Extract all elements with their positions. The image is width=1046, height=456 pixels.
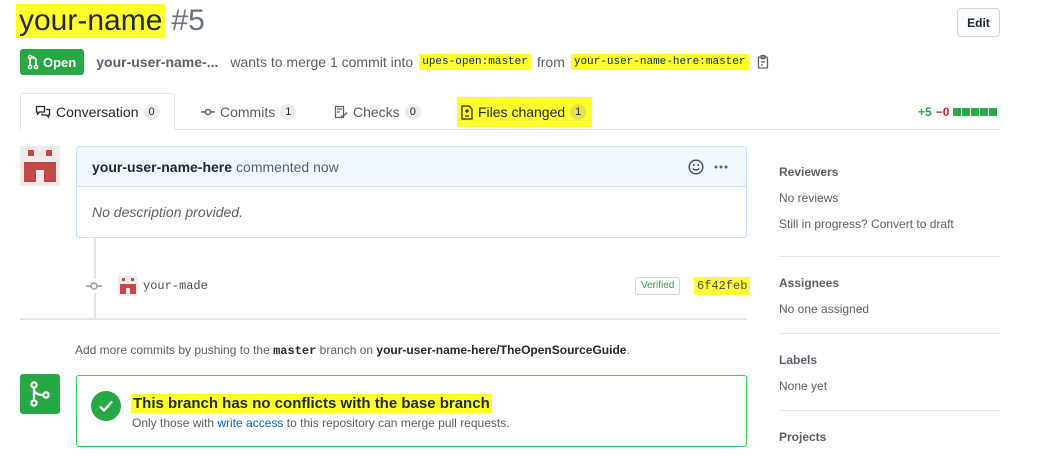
tab-counter: 1 — [570, 104, 587, 120]
author-link[interactable]: your-user-name-... — [96, 54, 218, 70]
comment-action: commented now — [236, 158, 339, 175]
reviewers-heading[interactable]: Reviewers — [779, 165, 1000, 179]
kebab-horizontal-icon[interactable] — [714, 165, 728, 169]
diff-deletions: −0 — [935, 105, 950, 119]
edit-button[interactable]: Edit — [957, 8, 1000, 37]
commit-row: your-made Verified 6f42feb — [84, 272, 751, 300]
tab-label: Checks — [353, 103, 400, 120]
comment-body: No description provided. — [92, 204, 243, 220]
labels-heading[interactable]: Labels — [779, 353, 1000, 367]
state-label: Open — [43, 54, 77, 70]
labels-status: None yet — [779, 379, 828, 393]
push-hint-prefix: Add more commits by pushing to the — [75, 343, 270, 357]
timeline-divider — [20, 318, 747, 320]
avatar[interactable] — [118, 276, 138, 296]
diffstat[interactable]: +5 −0 — [918, 105, 998, 119]
commit-sha[interactable]: 6f42feb — [694, 277, 751, 295]
convert-to-draft-link[interactable]: Still in progress? Convert to draft — [779, 217, 1000, 231]
merge-status-icon — [20, 374, 60, 414]
merge-status-box: This branch has no conflicts with the ba… — [76, 375, 747, 447]
assignees-heading[interactable]: Assignees — [779, 276, 1000, 290]
comment-box: your-user-name-here commented now No des… — [76, 146, 747, 238]
smiley-icon[interactable] — [688, 159, 704, 175]
projects-heading[interactable]: Projects — [779, 430, 1000, 444]
tab-files-changed[interactable]: Files changed 1 — [457, 97, 593, 127]
push-hint-middle: branch on — [319, 343, 374, 357]
push-hint-repo[interactable]: your-user-name-here/TheOpenSourceGuide — [376, 343, 626, 357]
tab-commits[interactable]: Commits 1 — [201, 93, 297, 130]
pr-title: your-name — [16, 4, 166, 38]
sidebar-projects: Projects — [779, 430, 1000, 444]
verified-badge[interactable]: Verified — [635, 277, 681, 295]
comment-discussion-icon — [35, 105, 51, 119]
sidebar-divider — [779, 333, 1000, 334]
pr-title-row: your-name #5 — [16, 4, 205, 44]
sidebar-labels: Labels None yet — [779, 353, 1000, 393]
assignees-status: No one assigned — [779, 302, 870, 316]
push-hint-branch: master — [273, 344, 317, 358]
avatar[interactable] — [20, 146, 60, 186]
merge-sub-prefix: Only those with — [132, 416, 215, 430]
push-hint-suffix: . — [626, 343, 630, 357]
tab-conversation[interactable]: Conversation 0 — [20, 93, 175, 131]
tab-label: Commits — [220, 103, 276, 120]
merge-status-title: This branch has no conflicts with the ba… — [131, 394, 492, 413]
sidebar-divider — [779, 410, 1000, 411]
tab-label: Files changed — [478, 104, 566, 120]
pr-number: #5 — [171, 4, 205, 37]
checklist-icon — [334, 105, 348, 119]
head-branch[interactable]: your-user-name-here:master — [570, 54, 749, 70]
comment-actions — [688, 159, 728, 175]
sidebar-assignees: Assignees No one assigned — [779, 276, 1000, 316]
base-branch[interactable]: upes-open:master — [419, 54, 531, 70]
tab-counter: 1 — [280, 103, 297, 120]
check-circle-icon — [91, 391, 121, 421]
diffstat-blocks — [953, 108, 998, 116]
reviewers-status: No reviews — [779, 191, 839, 205]
commit-message[interactable]: your-made — [143, 279, 208, 293]
merge-sub-suffix: to this repository can merge pull reques… — [286, 416, 510, 430]
git-merge-icon — [29, 381, 51, 407]
merge-description: wants to merge 1 commit into — [230, 54, 414, 70]
comment-author[interactable]: your-user-name-here — [92, 159, 232, 175]
tab-counter: 0 — [143, 104, 160, 120]
sidebar-reviewers: Reviewers No reviews Still in progress? … — [779, 165, 1000, 231]
diff-additions: +5 — [918, 105, 932, 119]
push-hint: Add more commits by pushing to the maste… — [75, 343, 630, 358]
comment-header: your-user-name-here commented now — [77, 147, 746, 187]
git-commit-icon — [201, 107, 215, 117]
merge-status-subtitle: Only those with write access to this rep… — [132, 416, 510, 430]
write-access-link[interactable]: write access — [217, 416, 283, 430]
pr-meta: Open your-user-name-... wants to merge 1… — [20, 49, 770, 75]
clipboard-icon[interactable] — [756, 54, 770, 70]
tab-label: Conversation — [56, 104, 139, 120]
git-commit-icon — [84, 279, 104, 296]
state-badge: Open — [20, 49, 85, 75]
pr-tabs: Conversation 0 Commits 1 Checks 0 Files … — [20, 93, 1000, 131]
sidebar-divider — [779, 256, 1000, 257]
pull-request-icon — [27, 54, 39, 70]
from-label: from — [536, 54, 565, 70]
tab-counter: 0 — [404, 103, 421, 120]
file-diff-icon — [461, 104, 473, 120]
tab-checks[interactable]: Checks 0 — [334, 93, 421, 130]
